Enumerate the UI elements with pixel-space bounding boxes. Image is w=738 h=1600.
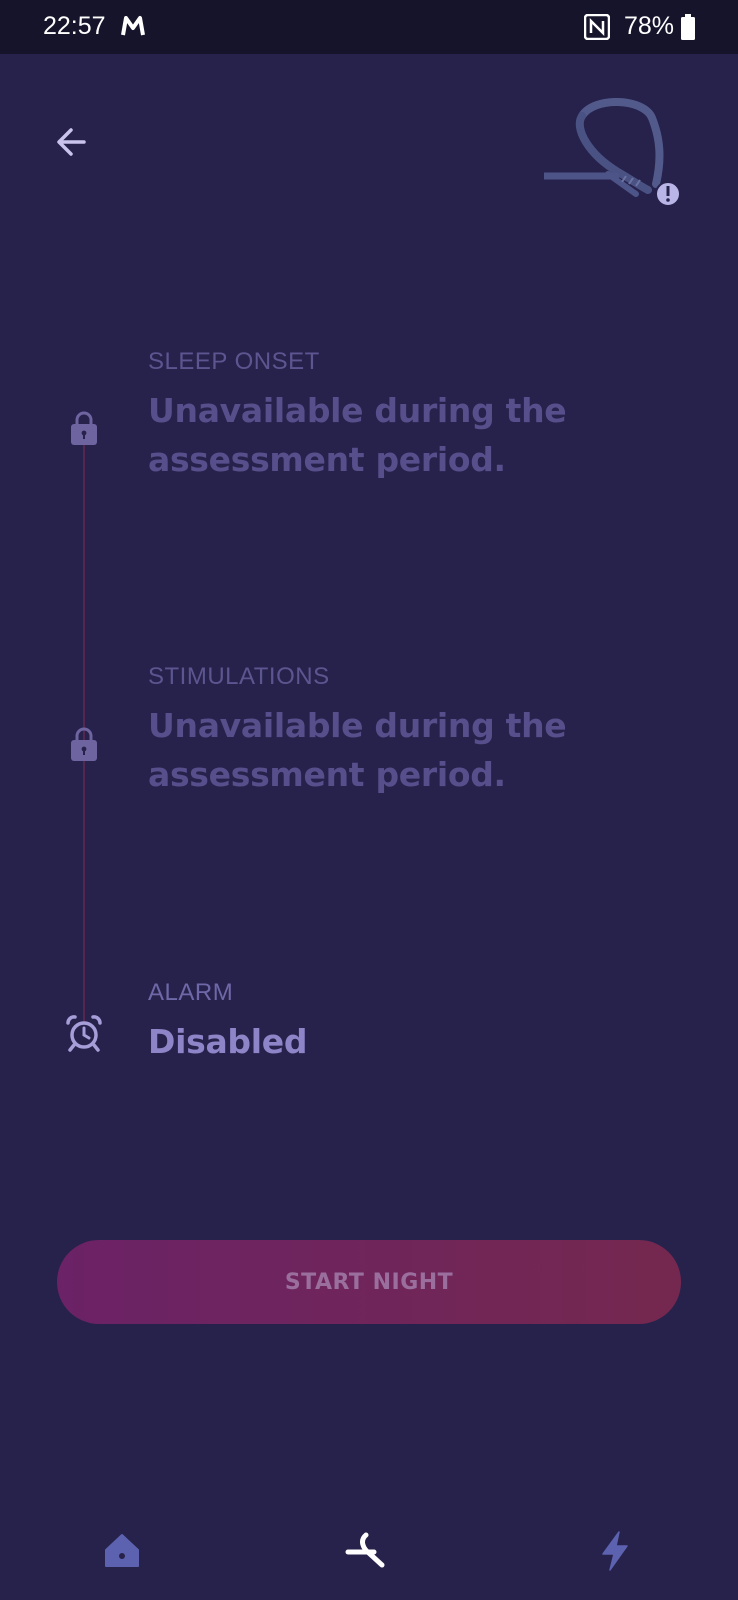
start-night-button[interactable]: START NIGHT [57,1240,681,1324]
nfc-icon [583,13,611,45]
sleep-onset-section: SLEEP ONSET Unavailable during the asses… [148,348,567,484]
mail-m-icon [121,15,145,42]
alarm-value[interactable]: Disabled [148,1017,307,1066]
status-bar: 22:57 78% [0,0,738,54]
sleep-onset-value-line1: Unavailable during the [148,391,567,430]
alarm-clock-icon [65,1014,103,1057]
sleep-onset-label: SLEEP ONSET [148,348,320,375]
battery-icon [681,14,695,45]
lock-icon [70,726,98,767]
nav-home[interactable] [102,1530,142,1575]
stimulations-value-line1: Unavailable during the [148,706,567,745]
headband-device-warning-icon[interactable] [540,98,682,210]
stimulations-section: STIMULATIONS Unavailable during the asse… [148,663,567,799]
headband-icon [345,1532,385,1568]
battery-percent: 78% [624,12,675,40]
alarm-label: ALARM [148,979,234,1006]
sleep-onset-value: Unavailable during the assessment period… [148,386,567,484]
stimulations-label: STIMULATIONS [148,663,330,690]
arrow-left-icon [57,128,86,156]
alarm-section[interactable]: ALARM Disabled [148,979,307,1066]
nav-energy[interactable] [597,1530,633,1577]
lock-icon [70,410,98,451]
stimulations-value-line2: assessment period. [148,755,506,794]
status-time: 22:57 [43,12,106,40]
stimulations-value: Unavailable during the assessment period… [148,701,567,799]
lightning-icon [602,1531,628,1571]
home-icon [105,1534,139,1567]
nav-device[interactable] [344,1530,392,1575]
back-button[interactable] [52,122,92,162]
sleep-onset-value-line2: assessment period. [148,440,506,479]
